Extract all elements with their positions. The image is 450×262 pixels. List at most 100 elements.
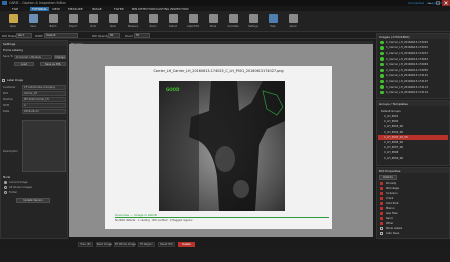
mode-radio-2[interactable] (4, 191, 7, 194)
property-checkbox[interactable] (380, 227, 383, 230)
image-list-item[interactable]: C_Carrier_LH_20160613-174037 (386, 52, 428, 55)
image-list-item[interactable]: C_Carrier_LH_20160613-174055 (386, 69, 428, 72)
group-list-item[interactable]: C_LH_P007_SR (384, 146, 403, 149)
image-list-item[interactable]: C_Carrier_LH_20160613-174113 (386, 86, 428, 89)
batch-icon (49, 14, 58, 23)
image-list-item[interactable]: C_Carrier_LH_20160613-174049 (386, 63, 428, 66)
field-customer[interactable]: CF Automotive Company (22, 85, 66, 90)
property-checkbox[interactable] (380, 207, 383, 210)
fit-whole-image-button[interactable]: Fit Whole Image (114, 241, 136, 247)
zoom-icon (149, 14, 158, 23)
group-list-item[interactable]: C_LH_P006_SR (384, 141, 403, 144)
tool-label: Label Edit (187, 25, 199, 28)
mode-radio-label-0: Current Image (9, 180, 28, 184)
field-label-customer: Customer (3, 85, 16, 89)
property-checkbox[interactable] (380, 182, 383, 185)
description-textarea[interactable] (22, 120, 66, 172)
zoom-label: Zoom (125, 33, 134, 38)
group-list-item[interactable]: C_LH_P002 (384, 120, 398, 123)
status-ok-icon (380, 46, 384, 50)
field-label-date: Date (3, 109, 10, 113)
frame-labeling-heading: Frame Labeling (3, 49, 23, 52)
load-button[interactable]: Load (14, 61, 34, 66)
property-checkbox[interactable] (380, 217, 383, 220)
undo-tool-button[interactable]: Undo (84, 13, 102, 31)
group-list-item[interactable]: C_LH_P001 (384, 115, 398, 118)
reset-roi-button[interactable]: Reset ROI (158, 241, 175, 247)
update-version-button[interactable]: Update Version (16, 198, 50, 203)
property-label: Crack (386, 196, 394, 200)
image-title: Carrier_LH_Carrier_LH_20160613-174025_C_… (153, 69, 284, 73)
save-as-xml-button[interactable]: Save as XML (40, 61, 66, 66)
save-tool-button[interactable]: Save (24, 13, 42, 31)
field-part[interactable]: Carrier_LH (22, 91, 66, 96)
export-icon (69, 14, 78, 23)
mode-radio-0[interactable] (4, 181, 7, 184)
label-edit-tool-button[interactable]: Label Edit (184, 13, 202, 31)
delete-button[interactable]: Delete (178, 241, 195, 247)
image-list-item[interactable]: C_Carrier_LH_20160613-174101 (386, 74, 428, 77)
field-position[interactable]: PM 2016 Carrier_LH (22, 97, 66, 102)
tool-label: Open (9, 25, 17, 28)
fit-region-button[interactable]: Fit Region (138, 241, 155, 247)
field-label-position: Position (3, 97, 14, 101)
zoom-select[interactable]: Fit (134, 33, 150, 38)
image-list-item[interactable]: C_Carrier_LH_20160613-174043 (386, 58, 428, 61)
property-checkbox[interactable] (380, 212, 383, 215)
image-list-item[interactable]: C_Carrier_LH_20160613-174031 (386, 46, 428, 49)
property-checkbox[interactable] (380, 222, 383, 225)
property-checkbox[interactable] (380, 187, 383, 190)
group-list-item[interactable]: C_LH_P005_SR_ER (384, 136, 408, 139)
annotate-tool-button[interactable]: Annotate (224, 13, 242, 31)
batch-tool-button[interactable]: Batch (44, 13, 62, 31)
mode-radio-1[interactable] (4, 186, 7, 189)
measure-tool-button[interactable]: Measure (124, 13, 142, 31)
label-image-checkbox[interactable] (2, 79, 5, 82)
open-tool-button[interactable]: Open (4, 13, 22, 31)
detect-tool-button[interactable]: Detect (164, 13, 182, 31)
group-list-item[interactable]: C_LH_P008 (384, 151, 398, 154)
groups-panel-header: Groups / Templates (377, 101, 449, 106)
shape-select[interactable]: Rect (16, 33, 32, 38)
description-label: Description (3, 150, 18, 153)
property-label: Inclusion (386, 191, 398, 195)
field-shift[interactable]: A (22, 103, 66, 108)
status-ok-icon (380, 74, 384, 78)
image-list-item[interactable]: C_Carrier_LH_20160613-174025 (386, 41, 428, 44)
change-path-button[interactable]: Change (54, 54, 66, 59)
next-image-button[interactable]: Next Image (96, 241, 112, 247)
mode-radio-label-2: Folder (9, 190, 18, 194)
detect-icon (169, 14, 178, 23)
mode-tool-button[interactable]: Mode (204, 13, 222, 31)
zoom-tool-button[interactable]: Zoom (144, 13, 162, 31)
image-list-item[interactable]: C_Carrier_LH_20160613-174119 (386, 91, 428, 94)
group-list-item[interactable]: C_LH_P004_SR (384, 131, 403, 134)
about-tool-button[interactable]: About (284, 13, 302, 31)
status-ok-icon (380, 62, 384, 67)
property-checkbox[interactable] (380, 197, 383, 200)
settings-tool-button[interactable]: Settings (244, 13, 262, 31)
image-list-item[interactable]: C_Carrier_LH_20160613-174107 (386, 80, 428, 83)
property-checkbox[interactable] (380, 192, 383, 195)
group-list-item[interactable]: C_LH_P003_SR (384, 125, 403, 128)
prev-b-button[interactable]: Prev (B) (78, 241, 93, 247)
group-list-item[interactable]: C_LH_P009_SR (384, 157, 403, 160)
tool-label: Batch (49, 25, 57, 28)
export-tool-button[interactable]: Export (64, 13, 82, 31)
tool-label: Help (270, 25, 276, 28)
width-select[interactable]: Default (44, 33, 78, 38)
save-path-field[interactable]: D:\Carrier_LH\labels (14, 54, 52, 59)
redo-tool-button[interactable]: Redo (104, 13, 122, 31)
opacity-input[interactable]: 80 (108, 33, 120, 38)
tool-label: Detect (169, 25, 177, 28)
field-date[interactable]: 2016-06-13 (22, 109, 66, 114)
tool-label: Mode (209, 25, 217, 28)
tab-defects[interactable]: Defects (379, 175, 397, 180)
xray-image[interactable] (159, 81, 285, 211)
property-checkbox[interactable] (380, 202, 383, 205)
field-label-shift: Shift (3, 103, 9, 107)
help-tool-button[interactable]: Help (264, 13, 282, 31)
groups-root[interactable]: Default Groups (381, 110, 401, 113)
property-checkbox[interactable] (380, 232, 383, 235)
app-logo-icon (2, 1, 7, 5)
